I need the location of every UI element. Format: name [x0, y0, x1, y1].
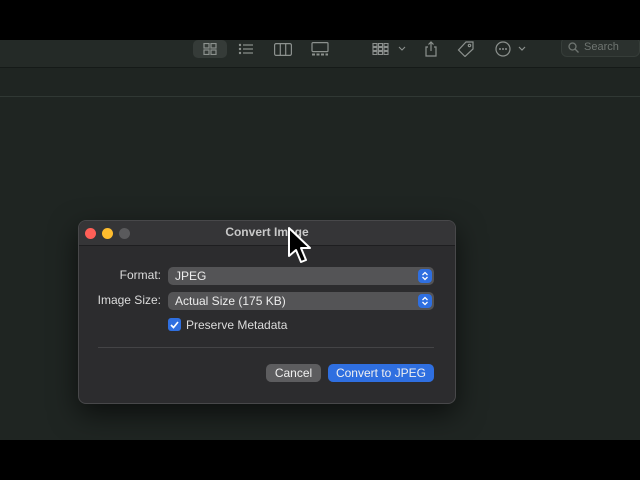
finder-toolbar: Search	[0, 40, 640, 68]
tag-icon[interactable]	[454, 40, 478, 58]
format-select[interactable]: JPEG	[168, 267, 434, 285]
content-divider	[0, 96, 640, 97]
dialog-titlebar[interactable]: Convert Image	[79, 221, 455, 246]
icon-grid-view-icon[interactable]	[193, 40, 227, 58]
share-icon[interactable]	[420, 40, 442, 58]
group-by-icon[interactable]	[370, 40, 408, 58]
chevron-up-down-icon	[418, 269, 432, 283]
preserve-metadata-checkbox[interactable]	[168, 318, 181, 331]
dialog-separator	[98, 347, 434, 348]
checkmark-icon	[170, 320, 179, 329]
preserve-metadata-label[interactable]: Preserve Metadata	[186, 318, 287, 332]
list-view-icon[interactable]	[233, 40, 259, 58]
convert-to-jpeg-button[interactable]: Convert to JPEG	[328, 364, 434, 382]
format-value: JPEG	[175, 269, 207, 283]
mouse-pointer-icon	[288, 227, 311, 263]
dialog-title: Convert Image	[225, 225, 309, 239]
search-icon	[568, 41, 579, 53]
search-field[interactable]: Search	[561, 40, 640, 57]
format-label: Format:	[119, 268, 161, 282]
image-size-label: Image Size:	[97, 293, 161, 307]
cancel-button[interactable]: Cancel	[266, 364, 321, 382]
convert-image-dialog: Convert Image Format: JPEG Image Size: A…	[78, 220, 456, 404]
column-view-icon[interactable]	[270, 40, 296, 58]
image-size-select[interactable]: Actual Size (175 KB)	[168, 292, 434, 310]
image-size-value: Actual Size (175 KB)	[175, 294, 286, 308]
chevron-up-down-icon	[418, 294, 432, 308]
search-placeholder: Search	[584, 41, 619, 53]
gallery-view-icon[interactable]	[307, 40, 333, 58]
more-actions-icon[interactable]	[493, 40, 527, 58]
